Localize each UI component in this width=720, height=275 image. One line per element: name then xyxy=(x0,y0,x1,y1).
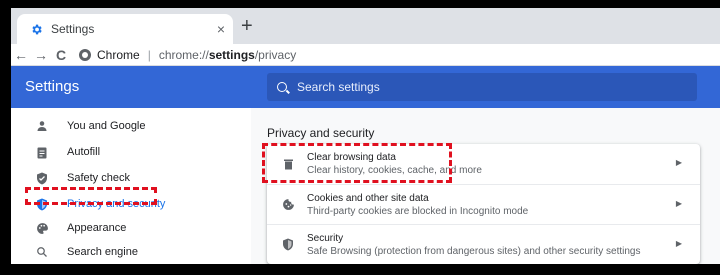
url-text: chrome://settings/privacy xyxy=(159,48,296,62)
palette-icon xyxy=(35,221,49,235)
sidebar-item-safety-check[interactable]: Safety check xyxy=(11,166,251,190)
sidebar-item-privacy-and-security[interactable]: Privacy and security xyxy=(11,192,251,216)
search-placeholder: Search settings xyxy=(297,80,380,94)
browser-window: Settings × + ← → C Chrome | chrome://set… xyxy=(11,8,720,264)
sidebar-item-appearance[interactable]: Appearance xyxy=(11,216,251,240)
tab-title: Settings xyxy=(51,22,95,36)
person-icon xyxy=(35,119,49,133)
url-separator: | xyxy=(147,47,151,62)
arrow-right-icon: ▶ xyxy=(675,199,682,208)
tab-strip: Settings × + xyxy=(11,8,720,44)
cookie-icon xyxy=(281,198,295,212)
main-content: Privacy and security Clear browsing data… xyxy=(251,108,720,264)
toolbar: ← → C Chrome | chrome://settings/privacy xyxy=(11,44,720,66)
security-shield-icon xyxy=(281,238,295,252)
search-icon xyxy=(277,82,287,92)
row-security[interactable]: Security Safe Browsing (protection from … xyxy=(267,224,700,264)
settings-card: Clear browsing data Clear history, cooki… xyxy=(267,144,700,264)
sidebar-item-search-engine[interactable]: Search engine xyxy=(11,240,251,264)
settings-header: Settings Search settings xyxy=(11,66,720,108)
arrow-right-icon: ▶ xyxy=(675,158,682,167)
chrome-icon xyxy=(79,48,91,61)
search-input[interactable]: Search settings xyxy=(267,73,697,101)
shield-icon xyxy=(35,197,49,211)
row-title: Security xyxy=(307,232,344,244)
sidebar-item-you-and-google[interactable]: You and Google xyxy=(11,114,251,138)
row-title: Cookies and other site data xyxy=(307,192,429,204)
row-clear-browsing-data[interactable]: Clear browsing data Clear history, cooki… xyxy=(267,144,700,184)
sidebar: You and Google Autofill Safety check Pri… xyxy=(11,108,251,264)
row-text: Security Safe Browsing (protection from … xyxy=(307,233,641,257)
reload-button[interactable]: C xyxy=(51,45,71,65)
trash-icon xyxy=(281,157,295,171)
url-prefix: chrome:// xyxy=(158,47,209,62)
search-icon xyxy=(35,245,49,259)
row-cookies-and-site-data[interactable]: Cookies and other site data Third-party … xyxy=(267,184,700,224)
gear-icon xyxy=(29,22,43,36)
sidebar-item-label: Privacy and security xyxy=(67,198,166,210)
address-bar[interactable]: Chrome | chrome://settings/privacy xyxy=(79,48,296,62)
shield-check-icon xyxy=(35,171,49,185)
page-title: Settings xyxy=(25,78,80,95)
clipboard-icon xyxy=(35,145,49,159)
section-title: Privacy and security xyxy=(267,126,375,140)
sidebar-item-label: Safety check xyxy=(67,172,130,184)
sidebar-item-label: Search engine xyxy=(67,246,138,258)
chip-label: Chrome xyxy=(97,47,140,62)
row-subtitle: Third-party cookies are blocked in Incog… xyxy=(307,205,529,217)
row-title: Clear browsing data xyxy=(307,152,396,163)
sidebar-item-autofill[interactable]: Autofill xyxy=(11,140,251,164)
back-button[interactable]: ← xyxy=(11,45,31,65)
sidebar-item-label: You and Google xyxy=(67,120,146,132)
site-chip[interactable]: Chrome xyxy=(79,48,140,62)
tab-settings[interactable]: Settings × xyxy=(17,14,233,44)
row-text: Clear browsing data Clear history, cooki… xyxy=(307,152,482,176)
close-icon[interactable]: × xyxy=(217,21,225,37)
sidebar-item-label: Appearance xyxy=(67,222,127,234)
row-text: Cookies and other site data Third-party … xyxy=(307,193,528,217)
row-subtitle: Safe Browsing (protection from dangerous… xyxy=(307,245,641,257)
forward-button[interactable]: → xyxy=(31,45,51,65)
row-subtitle: Clear history, cookies, cache, and more xyxy=(307,165,482,176)
new-tab-button[interactable]: + xyxy=(241,16,253,36)
url-path: /privacy xyxy=(254,47,297,62)
sidebar-item-label: Autofill xyxy=(67,146,101,158)
url-host: settings xyxy=(208,47,255,62)
arrow-right-icon: ▶ xyxy=(675,239,682,248)
